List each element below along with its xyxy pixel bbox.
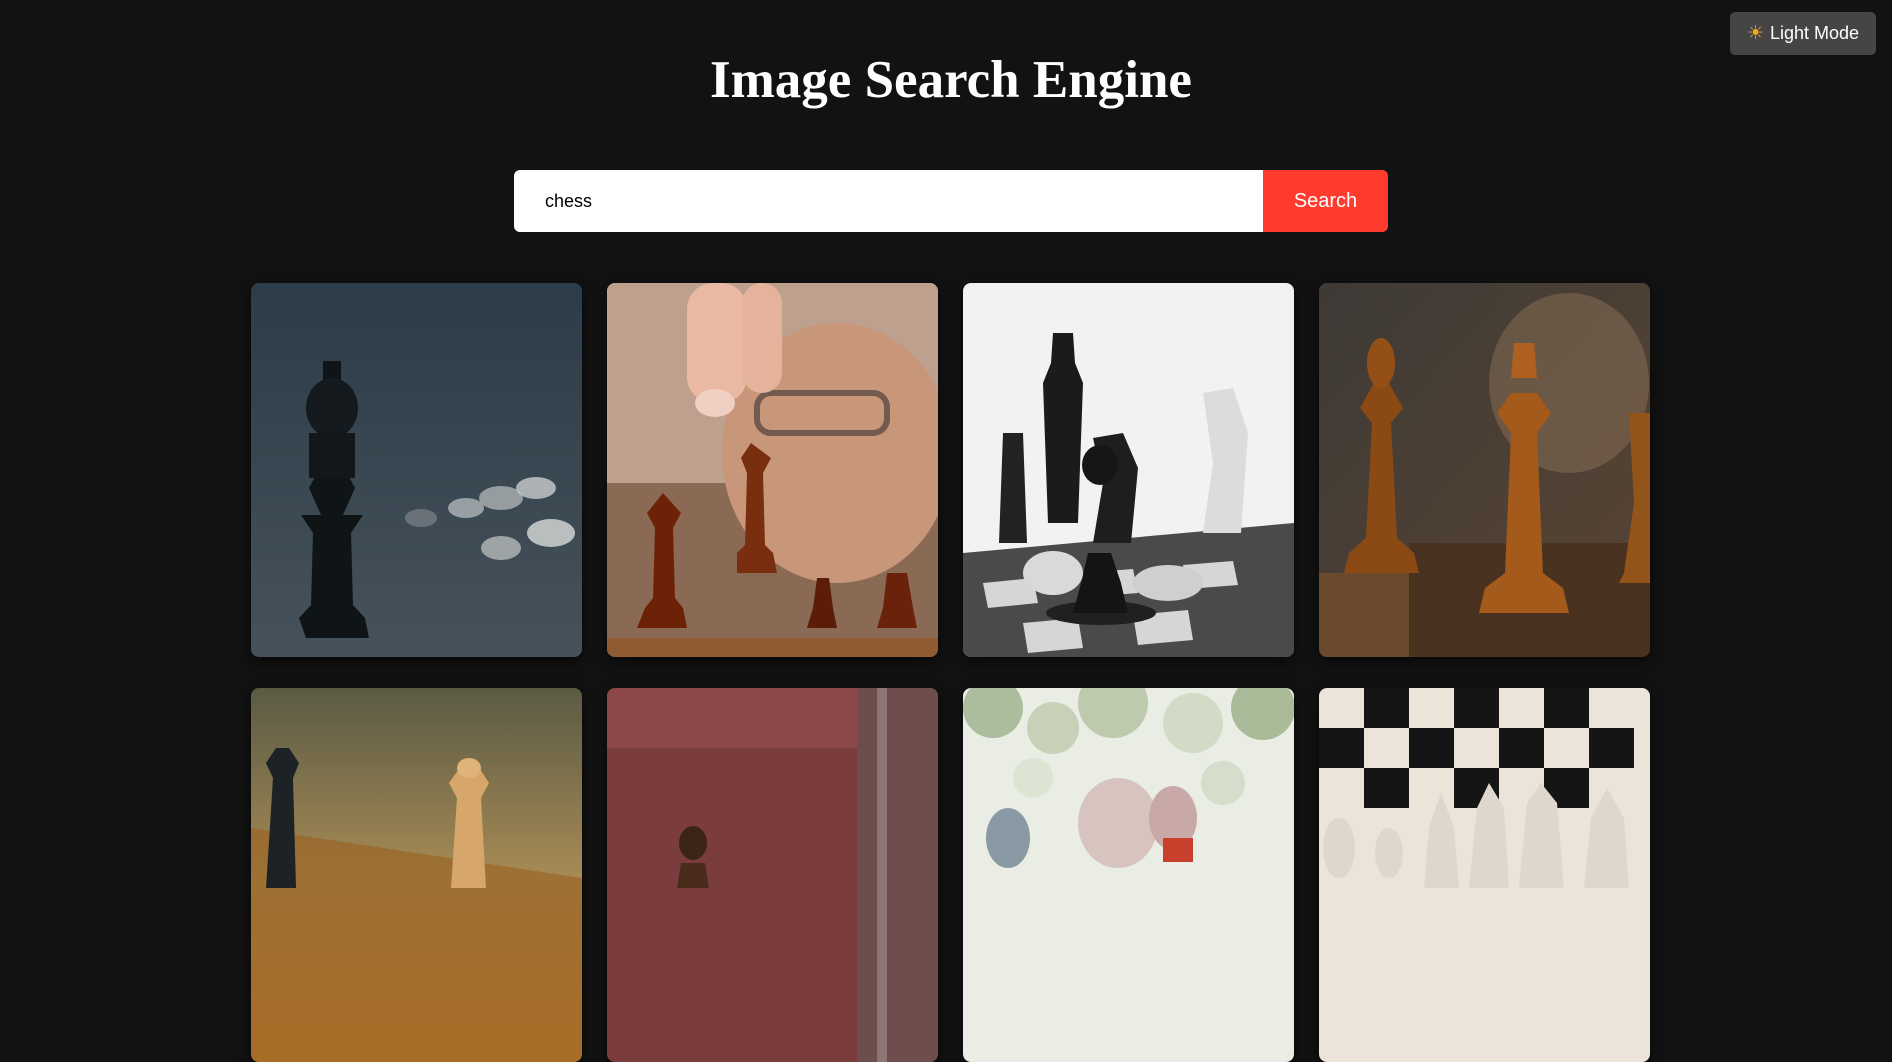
result-image[interactable] [607, 688, 938, 1062]
page-title: Image Search Engine [710, 51, 1192, 109]
search-bar: Search [514, 170, 1388, 232]
chess-image [251, 688, 582, 1062]
chess-image [963, 283, 1294, 657]
chess-image [1319, 688, 1650, 1062]
search-input[interactable] [514, 170, 1263, 232]
image-results-grid [251, 283, 1651, 1062]
result-image[interactable] [251, 688, 582, 1062]
light-mode-label: Light Mode [1769, 23, 1860, 43]
result-image[interactable] [251, 283, 582, 657]
chess-image [963, 688, 1294, 1062]
result-image[interactable] [1319, 688, 1650, 1062]
result-image[interactable] [963, 283, 1294, 657]
result-image[interactable] [1319, 283, 1650, 657]
chess-image [607, 283, 938, 657]
result-image[interactable] [607, 283, 938, 657]
chess-image [607, 688, 938, 1062]
chess-image [1319, 283, 1650, 657]
chess-image [251, 283, 582, 657]
result-image[interactable] [963, 688, 1294, 1062]
search-button[interactable]: Search [1263, 170, 1388, 232]
sun-icon: ☀ [1746, 23, 1764, 44]
